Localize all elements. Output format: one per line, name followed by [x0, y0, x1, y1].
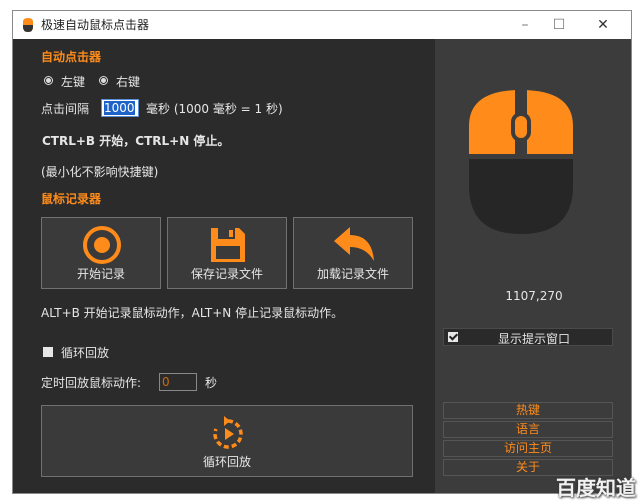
left-key-radio[interactable]	[44, 76, 53, 85]
minimize-hint: (最小化不影响快捷键)	[41, 165, 159, 179]
hotkey-link[interactable]: 热键	[443, 402, 613, 419]
load-record-label: 加载记录文件	[316, 267, 389, 281]
interval-label: 点击间隔	[41, 102, 90, 116]
mouse-icon	[467, 88, 575, 234]
watermark-text: 百度知道	[556, 476, 636, 500]
close-button[interactable]: ✕	[589, 14, 617, 36]
load-icon	[334, 227, 374, 261]
interval-unit: 毫秒 (1000 毫秒 = 1 秒)	[146, 102, 283, 116]
title-bar[interactable]: 极速自动鼠标点击器 – ☐ ✕	[13, 11, 631, 39]
auto-click-section-title: 自动点击器	[41, 50, 102, 64]
start-record-label: 开始记录	[76, 267, 125, 281]
auto-click-hotkey-hint: CTRL+B 开始，CTRL+N 停止。	[42, 134, 230, 148]
maximize-button[interactable]: ☐	[545, 14, 573, 36]
show-tip-label: 显示提示窗口	[498, 332, 571, 346]
side-panel: 1107,270 显示提示窗口 热键 语言 访问主页 关于	[435, 39, 631, 493]
right-key-label: 右键	[116, 75, 141, 89]
timed-replay-label: 定时回放鼠标动作:	[41, 376, 142, 390]
language-link[interactable]: 语言	[443, 421, 613, 438]
main-panel: 自动点击器 左键 右键 点击间隔 1000 毫秒 (1000 毫秒 = 1 秒)…	[13, 39, 435, 493]
load-record-button[interactable]: 加载记录文件	[293, 217, 413, 289]
right-key-radio[interactable]	[99, 76, 108, 85]
start-record-button[interactable]: 开始记录	[41, 217, 161, 289]
loop-checkbox[interactable]	[43, 347, 53, 357]
window-title: 极速自动鼠标点击器	[41, 18, 150, 32]
show-tip-toggle[interactable]: 显示提示窗口	[443, 328, 613, 346]
replay-icon	[213, 416, 243, 449]
save-record-label: 保存记录文件	[190, 267, 263, 281]
homepage-link[interactable]: 访问主页	[443, 440, 613, 457]
timed-replay-unit: 秒	[205, 376, 218, 390]
left-key-label: 左键	[61, 75, 86, 89]
loop-label: 循环回放	[61, 346, 110, 360]
recorder-section-title: 鼠标记录器	[41, 192, 102, 206]
cursor-coordinates: 1107,270	[505, 289, 563, 303]
save-record-button[interactable]: 保存记录文件	[167, 217, 287, 289]
app-window: 极速自动鼠标点击器 – ☐ ✕ 自动点击器 左键 右键 点击间隔 1000 毫秒…	[12, 10, 632, 494]
minimize-button[interactable]: –	[511, 14, 539, 36]
show-tip-checkbox[interactable]	[448, 332, 458, 342]
mouse-app-icon	[23, 18, 33, 32]
record-icon	[83, 226, 121, 264]
recorder-hotkey-hint: ALT+B 开始记录鼠标动作，ALT+N 停止记录鼠标动作。	[41, 306, 344, 320]
loop-replay-label: 循环回放	[202, 455, 251, 469]
loop-replay-button[interactable]: 循环回放	[41, 405, 413, 477]
interval-input[interactable]: 1000	[101, 99, 139, 117]
timed-replay-input[interactable]: 0	[159, 373, 197, 391]
save-icon	[211, 228, 245, 262]
